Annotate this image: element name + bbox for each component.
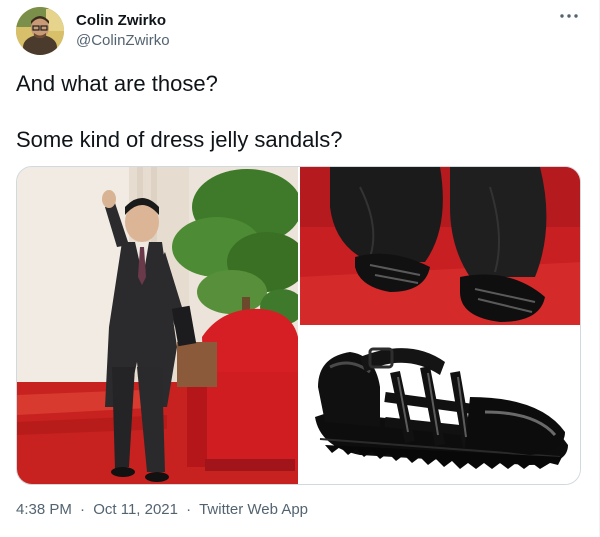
tweet: Colin Zwirko @ColinZwirko And what are t… xyxy=(0,0,600,537)
tweet-timestamp-link[interactable]: 4:38 PM · Oct 11, 2021 xyxy=(16,501,182,518)
tweet-time: 4:38 PM xyxy=(16,501,72,518)
photo-feet-closeup[interactable] xyxy=(300,167,580,325)
tweet-date: Oct 11, 2021 xyxy=(93,501,178,518)
tweet-text-line: And what are those? xyxy=(16,71,218,96)
tweet-meta: 4:38 PM · Oct 11, 2021 · Twitter Web App xyxy=(16,500,308,520)
more-horizontal-icon xyxy=(560,14,578,18)
author-handle[interactable]: @ColinZwirko xyxy=(76,31,170,51)
tweet-text: And what are those? Some kind of dress j… xyxy=(16,70,576,154)
avatar-image xyxy=(16,7,64,55)
more-options-button[interactable] xyxy=(557,6,581,26)
author-display-name[interactable]: Colin Zwirko xyxy=(76,11,170,30)
meta-separator: · xyxy=(80,501,86,518)
avatar[interactable] xyxy=(16,7,64,55)
photo-feet-closeup-image xyxy=(300,167,580,325)
tweet-text-line: Some kind of dress jelly sandals? xyxy=(16,127,343,152)
author[interactable]: Colin Zwirko @ColinZwirko xyxy=(76,11,170,51)
tweet-source-link[interactable]: Twitter Web App xyxy=(199,501,308,518)
photo-jelly-sandal[interactable] xyxy=(300,327,580,484)
photo-man-waving[interactable] xyxy=(17,167,298,484)
photo-man-waving-image xyxy=(17,167,298,484)
meta-separator: · xyxy=(186,501,192,518)
media-grid xyxy=(16,166,581,485)
photo-jelly-sandal-image xyxy=(300,327,580,484)
